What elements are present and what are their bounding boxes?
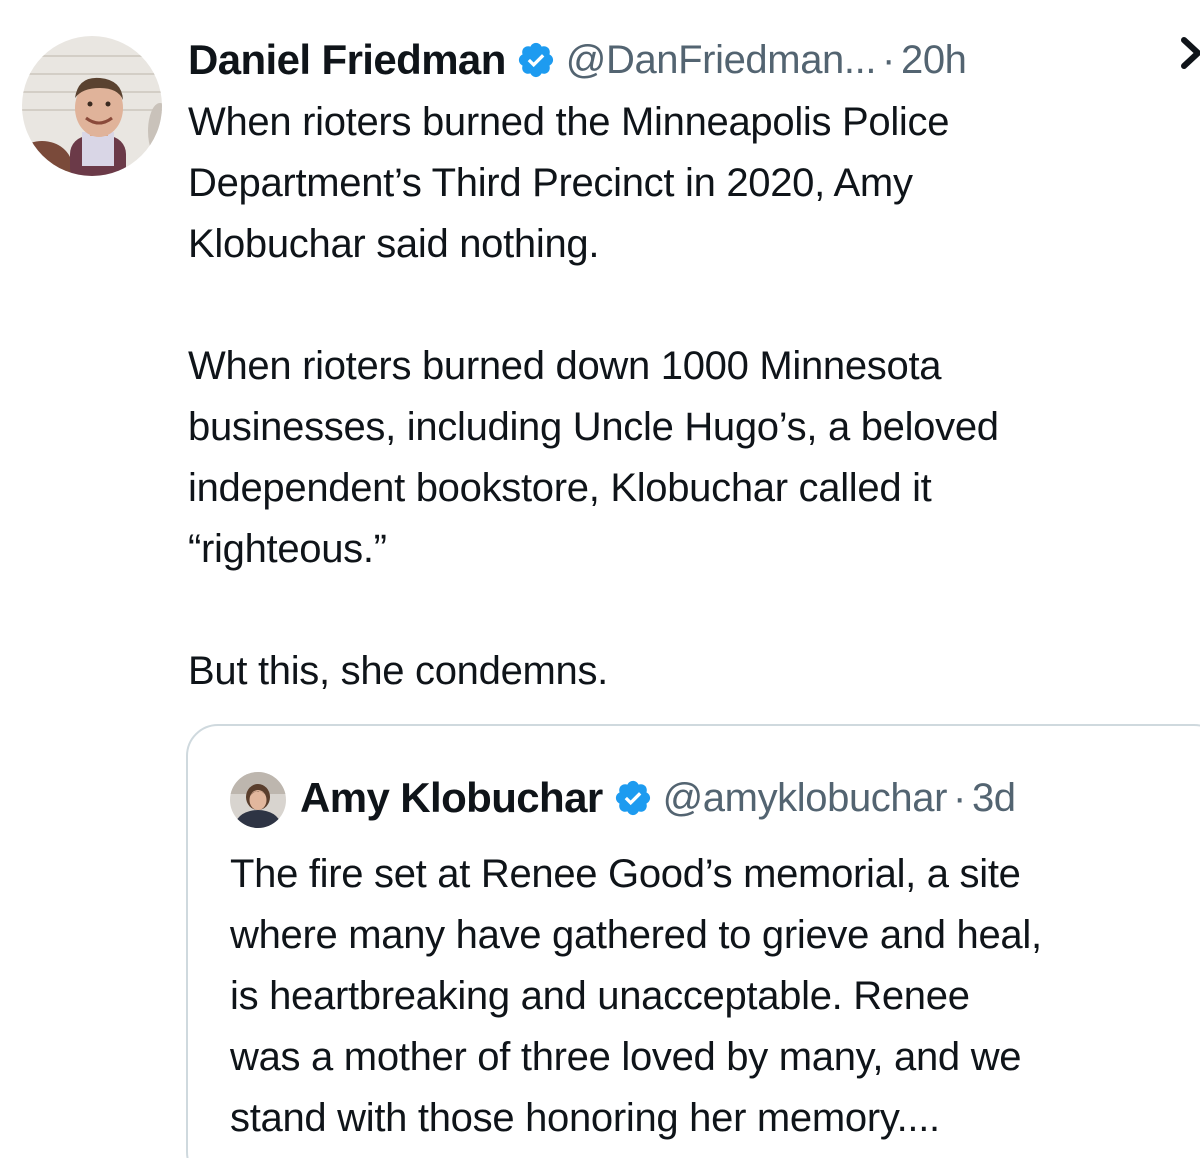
quoted-tweet-header: Amy Klobuchar @amyklobuchar · 3d — [300, 768, 1016, 828]
tweet-paragraph: When rioters burned the Minneapolis Poli… — [188, 100, 950, 266]
tweet-paragraph: When rioters burned down 1000 Minnesota … — [188, 344, 999, 571]
quoted-author-name[interactable]: Amy Klobuchar — [300, 774, 603, 822]
header-separator: · — [882, 37, 895, 82]
quoted-author-avatar[interactable] — [230, 772, 286, 828]
quoted-tweet-timestamp[interactable]: 3d — [972, 776, 1016, 821]
tweet-screen: Daniel Friedman @DanFriedman... · 20h Wh… — [0, 0, 1200, 1158]
author-handle[interactable]: @DanFriedman... — [566, 38, 877, 83]
quoted-author-handle[interactable]: @amyklobuchar — [663, 776, 948, 821]
tweet-timestamp[interactable]: 20h — [901, 38, 967, 83]
avatar-photo — [22, 36, 162, 176]
tweet-header: Daniel Friedman @DanFriedman... · 20h — [188, 30, 967, 90]
verified-badge-icon[interactable] — [516, 40, 556, 80]
verified-badge-icon[interactable] — [613, 778, 653, 818]
author-name[interactable]: Daniel Friedman — [188, 36, 506, 84]
tweet-paragraph: But this, she condemns. — [188, 649, 608, 693]
quoted-header-separator: · — [953, 775, 966, 820]
chevron-right-icon[interactable] — [1178, 26, 1200, 76]
quoted-avatar-photo — [230, 772, 286, 828]
quoted-tweet-card[interactable]: Amy Klobuchar @amyklobuchar · 3d The fir… — [186, 724, 1200, 1158]
quoted-tweet-text: The fire set at Renee Good’s memorial, a… — [230, 852, 1042, 1140]
tweet-text: When rioters burned the Minneapolis Poli… — [188, 92, 1188, 702]
author-avatar[interactable] — [22, 36, 162, 176]
